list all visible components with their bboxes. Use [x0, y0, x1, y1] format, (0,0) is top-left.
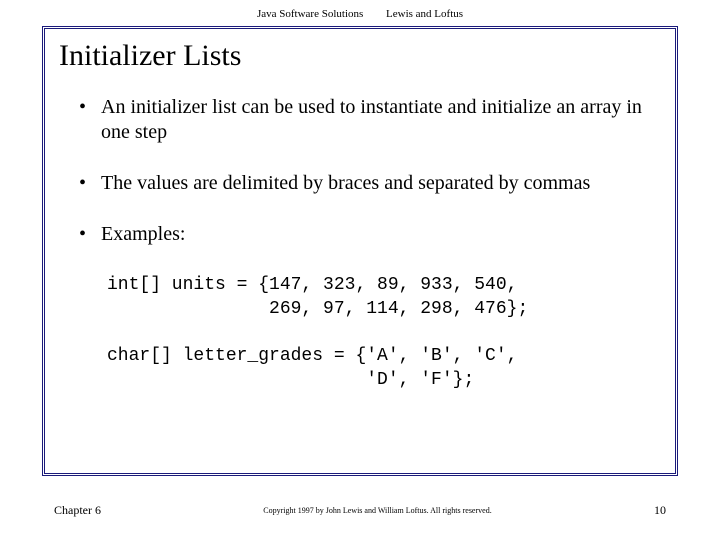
code-example-2: char[] letter_grades = {'A', 'B', 'C', '…	[107, 344, 675, 393]
copyright-text: Copyright 1997 by John Lewis and William…	[101, 506, 654, 515]
bullet-item: An initializer list can be used to insta…	[79, 95, 655, 145]
slide-title: Initializer Lists	[45, 39, 675, 81]
authors: Lewis and Loftus	[386, 8, 463, 20]
book-title: Java Software Solutions	[257, 8, 363, 20]
footer: Chapter 6 Copyright 1997 by John Lewis a…	[0, 503, 720, 518]
slide-frame: Initializer Lists An initializer list ca…	[42, 26, 678, 476]
bullet-item: Examples:	[79, 222, 655, 247]
code-example-1: int[] units = {147, 323, 89, 933, 540, 2…	[107, 273, 675, 322]
header: Java Software Solutions Lewis and Loftus	[0, 0, 720, 26]
bullet-list: An initializer list can be used to insta…	[45, 81, 675, 247]
page-number: 10	[654, 503, 666, 518]
bullet-item: The values are delimited by braces and s…	[79, 171, 655, 196]
chapter-label: Chapter 6	[54, 503, 101, 518]
